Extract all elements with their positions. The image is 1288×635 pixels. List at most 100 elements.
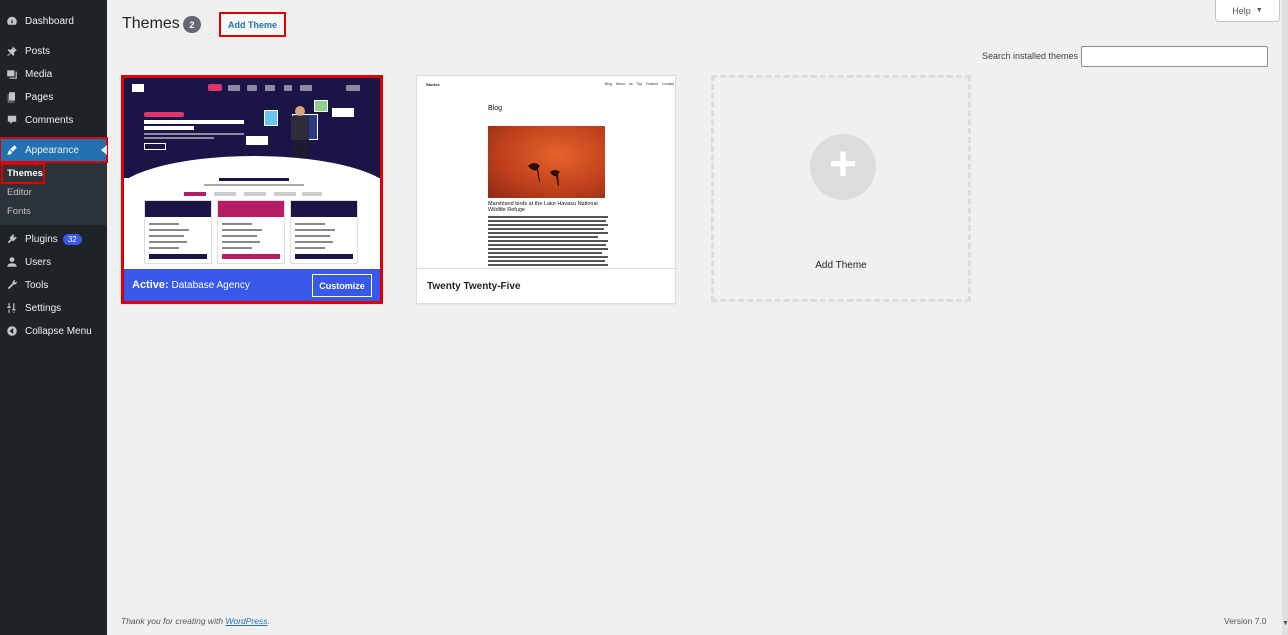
preview-graphic bbox=[246, 136, 268, 145]
preview-text-line bbox=[488, 260, 605, 262]
scrollbar[interactable] bbox=[1282, 0, 1288, 635]
active-theme-name: Active: Database Agency bbox=[132, 279, 250, 291]
preview-text-line bbox=[488, 220, 606, 222]
dashboard-icon bbox=[5, 14, 19, 28]
preview-graphic bbox=[264, 110, 278, 126]
preview-body bbox=[144, 133, 244, 135]
sidebar-item-plugins[interactable]: Plugins 32 bbox=[0, 228, 107, 250]
sidebar-item-media[interactable]: Media bbox=[0, 63, 107, 85]
preview-text-line bbox=[488, 256, 608, 258]
preview-graphic bbox=[314, 100, 328, 112]
preview-image bbox=[488, 126, 605, 198]
submenu-label: Themes bbox=[7, 168, 43, 179]
preview-brand: Stories bbox=[426, 82, 440, 87]
preview-text-line bbox=[488, 228, 604, 230]
help-label: Help bbox=[1232, 5, 1251, 16]
sidebar-item-label: Plugins bbox=[25, 233, 58, 245]
sidebar-item-label: Media bbox=[25, 68, 53, 80]
preview-nav bbox=[265, 85, 275, 91]
preview-text-line bbox=[488, 264, 608, 266]
page-title: Themes bbox=[122, 15, 180, 32]
add-theme-button[interactable]: Add Theme bbox=[219, 12, 286, 37]
preview-graphic bbox=[332, 108, 354, 117]
help-button[interactable]: Help ▼ bbox=[1215, 0, 1280, 22]
preview-plan bbox=[217, 200, 285, 264]
search-themes-input[interactable] bbox=[1081, 46, 1268, 67]
preview-button bbox=[144, 143, 166, 150]
sidebar-item-pages[interactable]: Pages bbox=[0, 86, 107, 108]
wordpress-link[interactable]: WordPress bbox=[225, 616, 267, 626]
caret-down-icon: ▼ bbox=[1255, 7, 1263, 14]
sidebar-item-settings[interactable]: Settings bbox=[0, 297, 107, 319]
sidebar-item-label: Pages bbox=[25, 91, 54, 103]
preview-section-title bbox=[219, 178, 289, 181]
sidebar-item-dashboard[interactable]: Dashboard bbox=[0, 10, 107, 32]
footer-suffix: . bbox=[267, 616, 270, 626]
bird-silhouette-icon bbox=[528, 163, 560, 186]
theme-screenshot bbox=[124, 78, 380, 269]
theme-name: Database Agency bbox=[171, 280, 250, 291]
plugin-icon bbox=[5, 232, 19, 246]
preview-tag bbox=[144, 112, 184, 117]
sidebar-item-label: Tools bbox=[25, 279, 49, 291]
preview-text-line bbox=[488, 216, 608, 218]
preview-text-line bbox=[488, 248, 608, 250]
customize-button[interactable]: Customize bbox=[312, 274, 372, 297]
preview-plan bbox=[144, 200, 212, 264]
media-icon bbox=[5, 67, 19, 81]
sidebar-item-comments[interactable]: Comments bbox=[0, 109, 107, 131]
brush-icon bbox=[5, 143, 19, 157]
theme-name: Twenty Twenty-Five bbox=[427, 280, 521, 292]
theme-screenshot: Stories Blog About us Top Feature Contac… bbox=[417, 76, 675, 269]
preview-headline bbox=[144, 126, 194, 130]
preview-person bbox=[289, 106, 311, 161]
collapse-menu-button[interactable]: Collapse Menu bbox=[0, 320, 107, 342]
sidebar-item-label: Settings bbox=[25, 302, 62, 314]
sidebar-item-label: Appearance bbox=[25, 144, 79, 156]
pages-icon bbox=[5, 90, 19, 104]
theme-card-active[interactable]: Active: Database Agency Customize bbox=[121, 75, 383, 304]
preview-heading: Blog bbox=[488, 105, 503, 112]
sidebar-item-label: Dashboard bbox=[25, 15, 74, 27]
search-label: Search installed themes bbox=[982, 51, 1079, 61]
version-text: Version 7.0 bbox=[1224, 616, 1267, 626]
preview-text-line bbox=[488, 252, 602, 254]
footer-thanks: Thank you for creating with bbox=[121, 616, 224, 626]
preview-nav bbox=[284, 85, 292, 91]
submenu-item-themes[interactable]: Themes bbox=[1, 163, 45, 184]
sidebar-item-users[interactable]: Users bbox=[0, 251, 107, 273]
sidebar-item-tools[interactable]: Tools bbox=[0, 274, 107, 296]
scroll-down-icon[interactable]: ▼ bbox=[1282, 620, 1288, 627]
submenu-item-fonts[interactable]: Fonts bbox=[0, 202, 107, 221]
sidebar-item-label: Posts bbox=[25, 45, 51, 57]
sidebar-item-appearance[interactable]: Appearance bbox=[0, 137, 108, 163]
theme-card-twenty-twenty-five[interactable]: Stories Blog About us Top Feature Contac… bbox=[416, 75, 676, 304]
submenu-label: Editor bbox=[7, 187, 32, 198]
submenu-label: Fonts bbox=[7, 206, 31, 217]
preview-text-line bbox=[488, 224, 608, 226]
active-theme-bar: Active: Database Agency Customize bbox=[124, 269, 380, 301]
preview-nav: Blog About us Top Feature Contact bbox=[605, 82, 675, 86]
plus-icon: + bbox=[810, 134, 876, 200]
footer-credit: Thank you for creating with WordPress. bbox=[121, 616, 270, 626]
preview-text-line bbox=[488, 244, 606, 246]
preview-logo bbox=[132, 84, 144, 92]
preview-nav-active bbox=[208, 84, 222, 91]
sidebar-item-label: Comments bbox=[25, 114, 74, 126]
settings-icon bbox=[5, 301, 19, 315]
wrench-icon bbox=[5, 278, 19, 292]
appearance-submenu: Themes Editor Fonts bbox=[0, 162, 107, 225]
preview-nav bbox=[228, 85, 240, 91]
preview-nav bbox=[300, 85, 312, 91]
sidebar-item-posts[interactable]: Posts bbox=[0, 40, 107, 62]
preview-tabs bbox=[184, 192, 324, 196]
sidebar-item-label: Collapse Menu bbox=[25, 325, 92, 337]
preview-section-sub bbox=[204, 184, 304, 186]
pin-icon bbox=[5, 44, 19, 58]
sidebar-item-label: Users bbox=[25, 256, 52, 268]
plugins-update-badge: 32 bbox=[62, 233, 82, 245]
active-prefix: Active: bbox=[132, 279, 169, 291]
preview-text-line bbox=[488, 236, 598, 238]
add-theme-card[interactable]: + Add Theme bbox=[711, 75, 971, 302]
submenu-item-editor[interactable]: Editor bbox=[0, 183, 107, 202]
